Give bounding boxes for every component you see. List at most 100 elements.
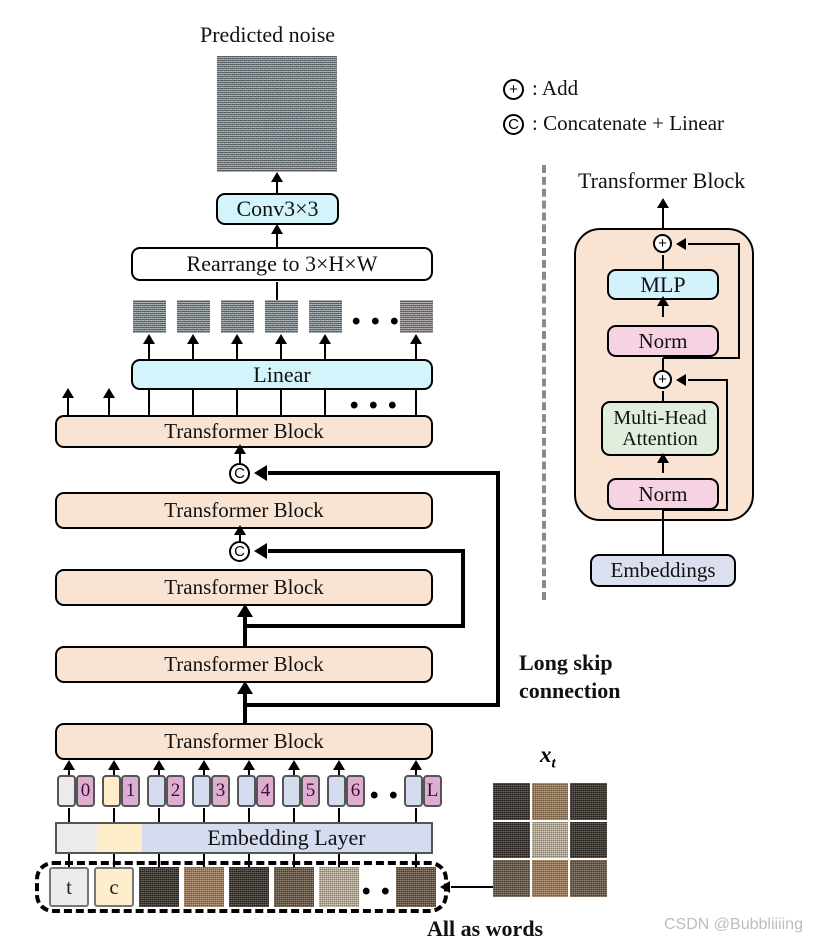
token-1[interactable]: 1	[102, 775, 140, 807]
residual-upper-arrow	[676, 238, 686, 250]
token-arrow-2	[153, 760, 165, 770]
transformer-block-2[interactable]: Transformer Block	[55, 492, 433, 529]
word-c[interactable]: c	[94, 867, 134, 907]
linear-to-patch1-line	[192, 343, 194, 359]
linear-to-patch2-line	[236, 343, 238, 359]
linear-to-patch1-arrow	[187, 334, 199, 344]
concat-lower-op[interactable]: C	[229, 541, 250, 562]
emb-to-token-line-0	[68, 808, 70, 823]
transformer-block-bottom[interactable]: Transformer Block	[55, 723, 433, 760]
add-lower-symbol: +	[658, 371, 667, 388]
token-5[interactable]: 5	[282, 775, 320, 807]
transformer-block-3[interactable]: Transformer Block	[55, 569, 433, 606]
word-patch-2[interactable]	[229, 867, 269, 907]
linear-to-patchlast-arrow	[410, 334, 422, 344]
xt-image	[493, 783, 607, 897]
attention-label-line2: Attention	[622, 427, 698, 450]
conv-to-noise-arrow	[271, 172, 283, 182]
token-3-content	[192, 775, 211, 807]
token-4-content	[237, 775, 256, 807]
token-last[interactable]: L	[404, 775, 442, 807]
word-t-label: t	[66, 874, 72, 899]
emb-to-token-line-5	[293, 808, 295, 823]
embedding-layer-class-segment	[97, 824, 142, 852]
word-t[interactable]: t	[49, 867, 89, 907]
token-last-content	[404, 775, 423, 807]
word-patch-0[interactable]	[139, 867, 179, 907]
long-skip-inner-bottom	[243, 624, 465, 628]
concat-legend-icon: C	[503, 114, 524, 135]
word-patch-last[interactable]	[396, 867, 436, 907]
add-lower-op[interactable]: +	[653, 370, 672, 389]
concat-lower-up-arrow	[234, 525, 246, 535]
conv3x3-box[interactable]: Conv3×3	[216, 193, 339, 225]
embeddings-box[interactable]: Embeddings	[590, 554, 736, 587]
attention-box[interactable]: Multi-Head Attention	[601, 401, 719, 456]
residual-upper-bottom	[663, 357, 740, 359]
tbtop-out-line-a	[67, 396, 69, 416]
word-patch-1[interactable]	[184, 867, 224, 907]
xt-label-sub: t	[551, 755, 556, 772]
detail-output-arrow	[657, 198, 669, 208]
concat-upper-op[interactable]: C	[229, 463, 250, 484]
add-legend-symbol: +	[509, 81, 518, 98]
mlp-label: MLP	[640, 271, 686, 297]
token-0[interactable]: 0	[57, 775, 95, 807]
conv3x3-label: Conv3×3	[236, 196, 319, 222]
panel-divider	[542, 165, 546, 600]
emb-to-token-line-6	[338, 808, 340, 823]
token-last-index: L	[423, 775, 442, 807]
tbbottom-to-tb4-arrow	[237, 681, 253, 694]
residual-upper-horizontal	[688, 243, 740, 245]
embedding-layer-time-segment	[57, 824, 97, 852]
watermark: CSDN @Bubbliiiing	[664, 916, 803, 933]
norm-lower-box[interactable]: Norm	[607, 478, 719, 510]
linear-to-patchlast-line	[415, 343, 417, 359]
token-4[interactable]: 4	[237, 775, 275, 807]
linear-to-patch4-line	[324, 343, 326, 359]
emb-to-token-line-1	[113, 808, 115, 823]
embedding-layer[interactable]: Embedding Layer	[55, 822, 433, 854]
xt-tile-2-1	[531, 860, 569, 897]
concat-legend-text: : Concatenate + Linear	[532, 111, 725, 135]
xt-tile-2-0	[493, 860, 530, 897]
add-upper-op[interactable]: +	[653, 234, 672, 253]
transformer-block-2-label: Transformer Block	[164, 498, 324, 523]
token-2[interactable]: 2	[147, 775, 185, 807]
transformer-detail-title: Transformer Block	[578, 168, 746, 193]
word-patch-4[interactable]	[319, 867, 359, 907]
linear-to-patch0-line	[148, 343, 150, 359]
embeddings-label: Embeddings	[610, 558, 716, 583]
output-patch-2	[221, 300, 254, 333]
diagram-canvas: Predicted noise Conv3×3 Rearrange to 3×H…	[0, 0, 821, 948]
add-upper-symbol: +	[658, 235, 667, 252]
word-patch-3[interactable]	[274, 867, 314, 907]
linear-to-patch4-arrow	[319, 334, 331, 344]
xt-label-base: x	[540, 742, 552, 767]
concat-lower-symbol: C	[234, 543, 245, 560]
emb-to-token-line-2	[158, 808, 160, 823]
token-6[interactable]: 6	[327, 775, 365, 807]
token-5-content	[282, 775, 301, 807]
tbtop-to-linear-line-5	[415, 390, 417, 415]
token-0-index: 0	[76, 775, 95, 807]
output-patch-1	[177, 300, 210, 333]
token-arrow-4	[243, 760, 255, 770]
token-5-index: 5	[301, 775, 320, 807]
emb-to-token-line-4	[248, 808, 250, 823]
linear-box[interactable]: Linear	[131, 359, 433, 390]
embedding-layer-label: Embedding Layer	[207, 825, 366, 850]
tbtop-to-linear-line-1	[192, 390, 194, 415]
tbtop-out-arrow-b	[103, 388, 115, 398]
xt-tile-1-0	[493, 821, 530, 859]
token-arrow-6	[333, 760, 345, 770]
output-patch-3	[265, 300, 298, 333]
long-skip-label-line1: Long skip	[519, 650, 613, 675]
long-skip-outer-bottom	[243, 703, 500, 707]
norm-upper-box[interactable]: Norm	[607, 325, 719, 357]
token-3[interactable]: 3	[192, 775, 230, 807]
tbtop-to-linear-line-3	[280, 390, 282, 415]
rearrange-box[interactable]: Rearrange to 3×H×W	[131, 247, 433, 281]
xt-tile-1-2	[570, 821, 607, 859]
transformer-block-4[interactable]: Transformer Block	[55, 646, 433, 683]
